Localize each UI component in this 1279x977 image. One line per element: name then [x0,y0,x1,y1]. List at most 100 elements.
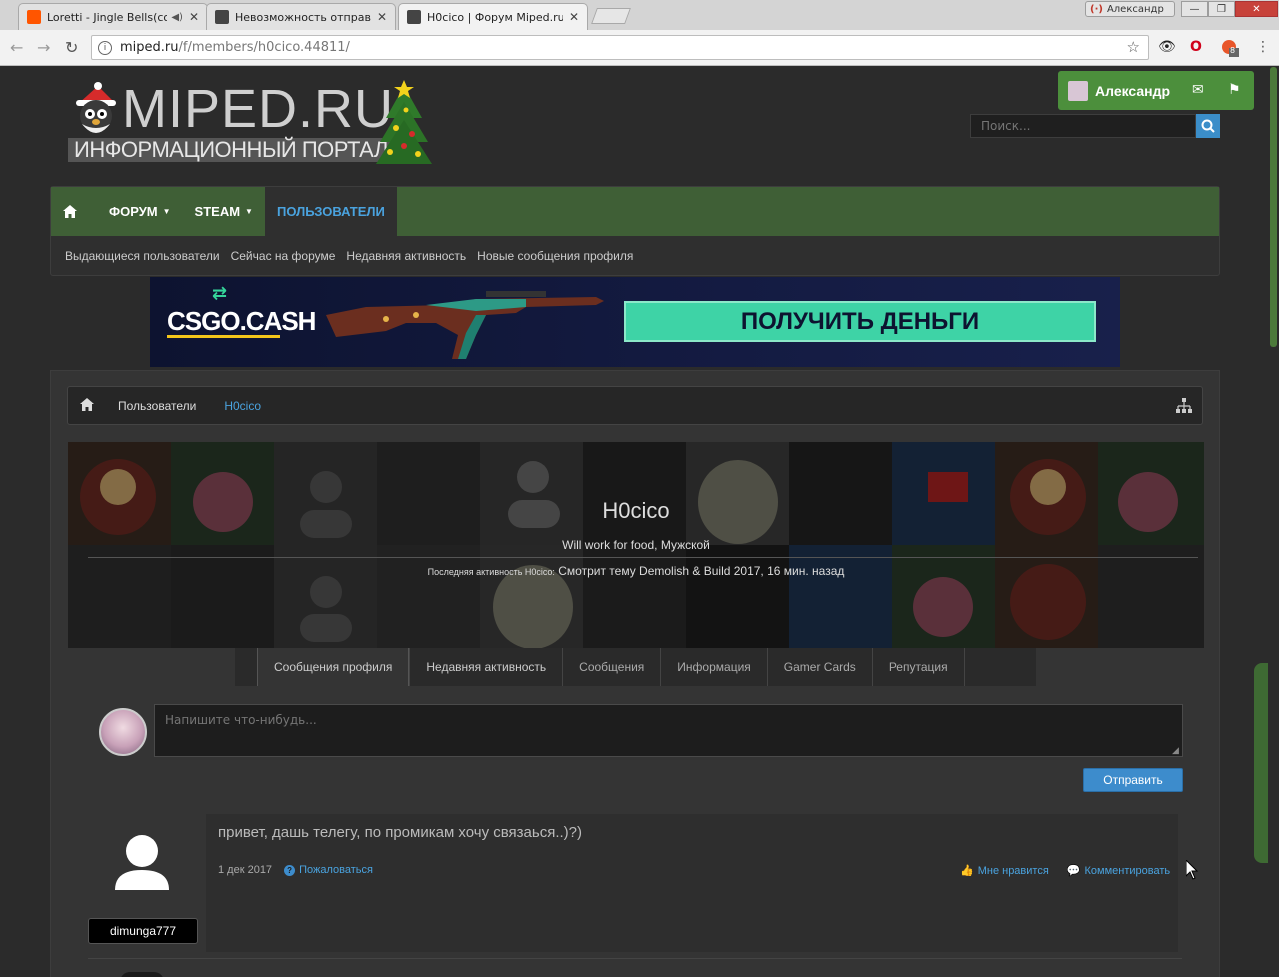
subnav-notable-members[interactable]: Выдающиеся пользователи [65,249,220,263]
browser-tab-strip: Loretti - Jingle Bells(cov ◀) ✕ Невозмож… [0,0,1279,30]
scrollbar-thumb[interactable] [1270,67,1277,347]
tab-title: Невозможность отправки [235,10,371,24]
report-link[interactable]: Пожаловаться [299,864,373,876]
tab-close-icon[interactable]: ✕ [189,10,199,24]
resize-grip-icon[interactable]: ◢ [1172,746,1179,756]
speaker-icon[interactable]: ◀) [171,12,183,23]
ad-brand: CSGO.CASH [167,306,316,336]
tab-postings[interactable]: Сообщения [562,648,660,686]
opera-extension-icon[interactable]: O [1190,39,1202,55]
nav-forum[interactable]: ФОРУМ ▼ [97,187,183,236]
miped-favicon-icon [407,10,421,24]
home-icon [80,397,94,411]
comment-bubble-icon: 💬 [1066,865,1081,877]
message-date[interactable]: 1 дек 2017 [218,864,272,876]
nav-steam-label: STEAM [194,204,241,219]
last-activity-label: Последняя активность H0cico: [427,567,555,577]
last-activity-value[interactable]: Смотрит тему Demolish & Build 2017, 16 м… [558,564,844,578]
tab-gamer-cards[interactable]: Gamer Cards [766,648,872,686]
browser-tab-soundcloud[interactable]: Loretti - Jingle Bells(cov ◀) ✕ [18,3,208,30]
account-bar: Александр ✉ ⚑ [1058,71,1254,110]
address-bar[interactable]: i miped.ru/f/members/h0cico.44811/ ☆ [91,35,1149,60]
url-host: miped.ru [120,40,179,55]
search-input[interactable] [970,114,1196,138]
account-name[interactable]: Александр [1095,83,1170,99]
breadcrumb: Пользователи H0cico [67,386,1203,425]
tab-close-icon[interactable]: ✕ [377,10,387,24]
site-logo[interactable]: MIPED.RU ИНФОРМАЦИОННЫЙ ПОРТАЛ [64,80,434,170]
tab-close-icon[interactable]: ✕ [569,10,579,24]
tab-title: Loretti - Jingle Bells(cov [47,10,168,24]
next-message-avatar[interactable] [120,972,164,977]
nav-home[interactable] [51,187,89,236]
report-icon: ? [284,864,296,876]
nav-steam[interactable]: STEAM ▼ [183,187,265,236]
message-text: привет, дашь телегу, по промикам хочу св… [218,824,583,841]
breadcrumb-home[interactable] [80,397,94,414]
caret-down-icon: ▼ [162,207,171,216]
ad-brand-underline [167,335,280,338]
menu-dots-icon[interactable]: ⋮ [1256,39,1270,55]
message-actions: 👍 Мне нравится 💬 Комментировать [960,864,1171,878]
side-panel-handle[interactable] [1254,663,1268,863]
comment-link[interactable]: Комментировать [1085,865,1171,877]
thumbs-up-icon: 👍 [960,865,974,877]
site-navigation: ФОРУМ ▼ STEAM ▼ ПОЛЬЗОВАТЕЛИ Выдающиеся по… [50,186,1220,276]
last-activity: Последняя активность H0cico: Смотрит тем… [68,564,1204,578]
message-author[interactable]: dimunga777 [88,918,198,944]
message-meta: 1 дек 2017 ? Пожаловаться [218,864,373,876]
subnav-recent-activity[interactable]: Недавняя активность [346,249,466,263]
back-arrow-icon[interactable]: ← [10,38,23,57]
nav-users[interactable]: ПОЛЬЗОВАТЕЛИ [264,187,397,236]
miped-favicon-icon [215,10,229,24]
nav-users-label: ПОЛЬЗОВАТЕЛИ [276,204,385,219]
profile-tagline: Will work for food, Мужской [562,538,710,552]
browser-tab-active[interactable]: H0cico | Форум Miped.ru ✕ [398,3,588,30]
default-avatar-icon[interactable] [112,832,172,894]
sitemap-icon[interactable] [1176,398,1192,417]
url-path: /f/members/h0cico.44811/ [178,40,350,55]
site-info-icon[interactable]: i [98,40,112,55]
forward-arrow-icon[interactable]: → [37,38,50,57]
alerts-flag-icon[interactable]: ⚑ [1228,82,1241,98]
ad-cta-button[interactable]: ПОЛУЧИТЬ ДЕНЬГИ [624,301,1096,342]
tab-reputation[interactable]: Репутация [871,648,965,686]
ad-banner[interactable]: ⇄ CSGO.CASH ПОЛУЧИТЬ ДЕНЬГИ [150,277,1120,367]
tab-information[interactable]: Информация [660,648,766,686]
profile-cover: H0cico Will work for food, Мужской После… [68,442,1204,648]
breadcrumb-current[interactable]: H0cico [224,399,261,413]
new-tab-button[interactable] [591,8,631,24]
profile-name: Александр [1106,3,1164,15]
reload-icon[interactable]: ↻ [65,38,78,57]
maximize-button[interactable]: ❐ [1208,1,1235,17]
window-close-button[interactable]: ✕ [1235,1,1278,17]
home-icon [63,205,77,218]
inbox-envelope-icon[interactable]: ✉ [1192,82,1204,98]
search-button[interactable] [1196,114,1220,138]
account-avatar[interactable] [1068,80,1088,101]
minimize-button[interactable]: — [1181,1,1208,17]
extension-badge-icon[interactable]: 8 [1221,39,1239,61]
composer-avatar[interactable] [99,708,147,756]
tab-profile-posts[interactable]: Сообщения профиля [257,648,410,686]
logo-subtitle: ИНФОРМАЦИОННЫЙ ПОРТАЛ [68,138,416,162]
tab-recent-activity[interactable]: Недавняя активность [409,648,562,686]
eye-extension-icon[interactable]: 👁 [1158,39,1176,55]
browser-toolbar: ← → ↻ i miped.ru/f/members/h0cico.44811/… [0,30,1279,66]
exchange-arrows-icon: ⇄ [212,283,228,304]
browser-profile-chip[interactable]: (·) Александр [1085,1,1175,17]
caret-down-icon: ▼ [245,207,253,216]
mouse-pointer-icon [1186,860,1198,880]
subnav-new-profile-posts[interactable]: Новые сообщения профиля [477,249,633,263]
browser-tab-forum-thread[interactable]: Невозможность отправки ✕ [206,3,396,30]
cover-divider [88,557,1198,558]
breadcrumb-users[interactable]: Пользователи [118,399,196,413]
nav-forum-label: ФОРУМ [109,204,158,219]
profile-post-input[interactable] [154,704,1183,757]
like-link[interactable]: Мне нравится [978,865,1049,877]
bookmark-star-icon[interactable]: ☆ [1127,38,1140,56]
subnav-online-now[interactable]: Сейчас на форуме [231,249,336,263]
submit-post-button[interactable]: Отправить [1083,768,1183,792]
profile-sync-icon: (·) [1090,3,1103,15]
page-scrollbar[interactable] [1268,67,1279,977]
